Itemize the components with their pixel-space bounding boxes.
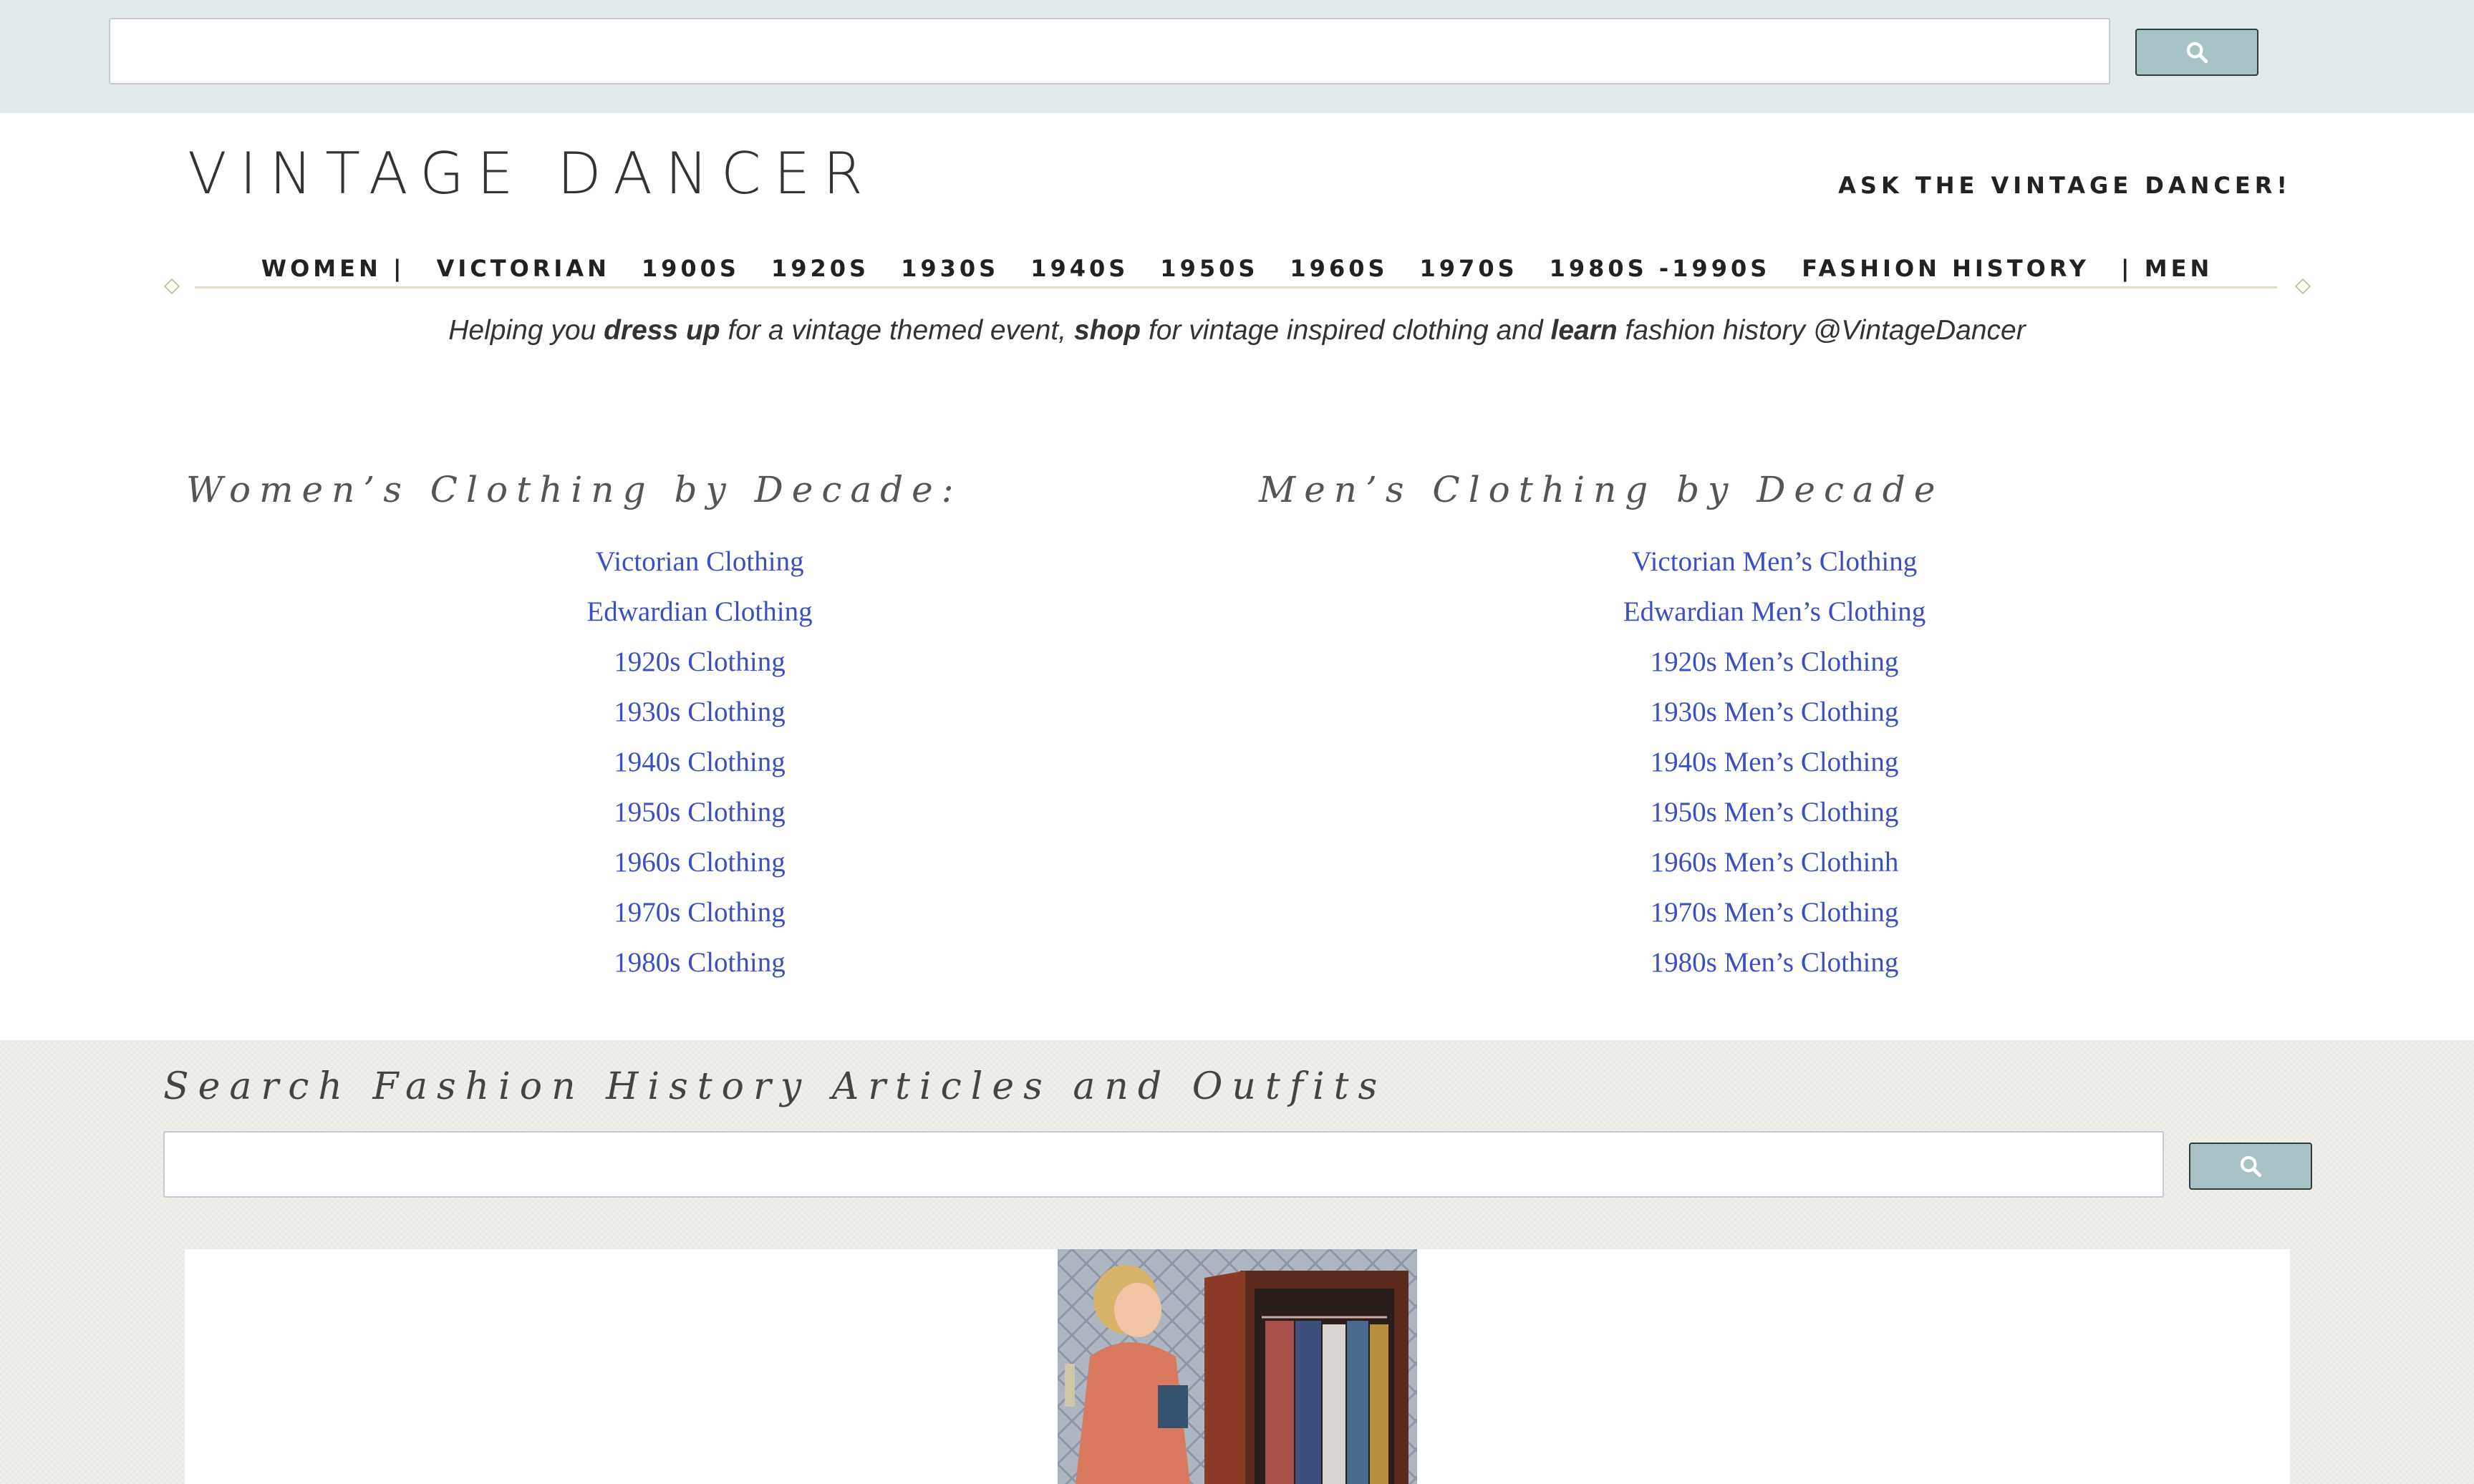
nav-divider [195,286,2277,288]
womens-link-1960s[interactable]: 1960s Clothing [614,841,785,891]
top-search-bar [0,0,2474,113]
nav-item-1920s[interactable]: 1920S [771,255,869,282]
womens-decade-list: Victorian Clothing Edwardian Clothing 19… [413,540,986,991]
vintage-wardrobe-illustration-icon [1058,1249,1417,1484]
site-logo[interactable]: VINTAGE DANCER [188,140,876,207]
nav-item-men[interactable]: | MEN [2121,255,2213,282]
search-icon [2240,1155,2262,1178]
womens-link-1950s[interactable]: 1950s Clothing [614,791,785,841]
tagline-text: for a vintage themed event, [720,315,1074,346]
top-search-input[interactable] [109,18,2110,84]
tagline-bold: dress up [604,315,720,346]
nav-item-victorian[interactable]: VICTORIAN [437,255,610,282]
womens-link-1940s[interactable]: 1940s Clothing [614,741,785,791]
nav-item-women[interactable]: WOMEN | [261,255,405,282]
nav-item-1980s-1990s[interactable]: 1980S -1990S [1550,255,1771,282]
mens-heading: Men’s Clothing by Decade [1259,469,1944,510]
womens-link-edwardian[interactable]: Edwardian Clothing [586,591,812,641]
mens-link-1960s[interactable]: 1960s Men’s Clothinh [1651,841,1899,891]
tagline-bold: learn [1550,315,1618,346]
mens-link-1920s[interactable]: 1920s Men’s Clothing [1651,641,1899,691]
mens-link-1980s[interactable]: 1980s Men’s Clothing [1651,941,1899,991]
ask-link[interactable]: ASK THE VINTAGE DANCER! [1838,172,2291,199]
nav-item-1960s[interactable]: 1960S [1290,255,1388,282]
mens-link-1950s[interactable]: 1950s Men’s Clothing [1651,791,1899,841]
tagline-text: for vintage inspired clothing and [1141,315,1551,346]
tagline: Helping you dress up for a vintage theme… [0,315,2474,346]
womens-link-victorian[interactable]: Victorian Clothing [595,540,803,591]
fashion-search-section: Search Fashion History Articles and Outf… [0,1040,2474,1484]
mens-link-edwardian[interactable]: Edwardian Men’s Clothing [1623,591,1925,641]
mens-decade-list: Victorian Men’s Clothing Edwardian Men’s… [1488,540,2061,991]
womens-link-1980s[interactable]: 1980s Clothing [614,941,785,991]
featured-image[interactable] [1058,1249,1417,1484]
fashion-search-button[interactable] [2189,1143,2312,1190]
mens-link-1930s[interactable]: 1930s Men’s Clothing [1651,691,1899,741]
womens-link-1970s[interactable]: 1970s Clothing [614,891,785,941]
nav-item-fashion-history[interactable]: FASHION HISTORY [1802,255,2089,282]
tagline-bold: shop [1073,315,1141,346]
mens-link-victorian[interactable]: Victorian Men’s Clothing [1632,540,1917,591]
womens-link-1930s[interactable]: 1930s Clothing [614,691,785,741]
nav-item-1950s[interactable]: 1950S [1160,255,1258,282]
nav-item-1970s[interactable]: 1970S [1420,255,1518,282]
nav-item-1900s[interactable]: 1900S [642,255,740,282]
top-search-button[interactable] [2135,29,2258,76]
main-nav: WOMEN | VICTORIAN 1900S 1920S 1930S 1940… [0,251,2474,286]
search-icon [2186,42,2208,64]
tagline-text: fashion history @VintageDancer [1617,315,2026,346]
tagline-text: Helping you [448,315,604,346]
nav-item-1930s[interactable]: 1930S [901,255,999,282]
mens-link-1940s[interactable]: 1940s Men’s Clothing [1651,741,1899,791]
nav-item-1940s[interactable]: 1940S [1030,255,1129,282]
womens-link-1920s[interactable]: 1920s Clothing [614,641,785,691]
womens-heading: Women’s Clothing by Decade: [186,469,962,510]
mens-link-1970s[interactable]: 1970s Men’s Clothing [1651,891,1899,941]
fashion-search-input[interactable] [163,1131,2164,1198]
fashion-search-heading: Search Fashion History Articles and Outf… [163,1065,1387,1108]
featured-card [185,1249,2290,1484]
